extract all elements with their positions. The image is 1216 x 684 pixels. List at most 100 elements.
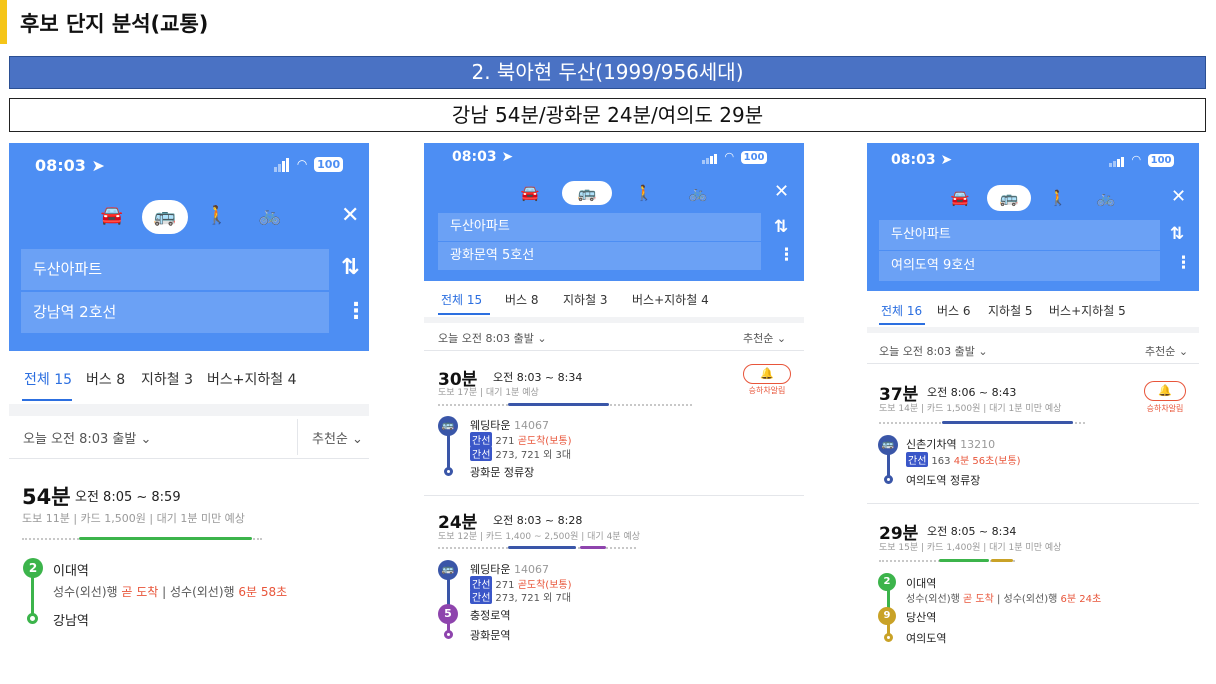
- divider-strip: [424, 317, 804, 323]
- status-icons: ◠ 100: [702, 150, 768, 164]
- transfer-station: 충정로역: [470, 609, 511, 622]
- bike-icon[interactable]: 🚲: [685, 181, 711, 205]
- transfer-station: 당산역: [906, 611, 937, 624]
- destination-field[interactable]: 광화문역 5호선: [438, 242, 761, 270]
- more-icon[interactable]: ⋮: [1175, 253, 1192, 273]
- walk-icon[interactable]: 🚶: [1045, 186, 1071, 210]
- bike-icon[interactable]: 🚲: [1093, 186, 1119, 210]
- boarding-stop: 웨딩타운 14067: [470, 563, 549, 576]
- origin-field[interactable]: 두산아파트: [879, 220, 1160, 250]
- alight-marker: [444, 467, 453, 476]
- tab-active-indicator: [22, 399, 72, 401]
- departure-time-select[interactable]: 오늘 오전 8:03 출발 ⌄: [23, 428, 151, 447]
- arrival-info: 성수(외선)행 곧 도착 | 성수(외선)행 6분 24초: [906, 594, 1102, 605]
- alight-marker: [884, 475, 893, 484]
- bus-icon[interactable]: 🚌: [142, 200, 188, 234]
- departure-time-select[interactable]: 오늘 오전 8:03 출발 ⌄: [879, 343, 988, 359]
- wifi-icon: ◠: [724, 150, 735, 163]
- line-9-badge: 9: [878, 607, 896, 625]
- alighting-station: 여의도역: [906, 632, 947, 645]
- swap-icon[interactable]: ⇅: [341, 255, 359, 280]
- bus-stop-icon: 🚌: [438, 416, 458, 436]
- arrival-info: 성수(외선)행 곧 도착 | 성수(외선)행 6분 58초: [53, 585, 288, 599]
- tab-all[interactable]: 전체 16: [881, 302, 922, 319]
- tab-subway[interactable]: 지하철 5: [988, 302, 1033, 319]
- wifi-icon: ◠: [296, 157, 308, 171]
- more-icon[interactable]: ⋮: [778, 245, 795, 265]
- sort-select[interactable]: 추천순 ⌄: [1145, 343, 1188, 359]
- walk-icon[interactable]: 🚶: [631, 181, 657, 205]
- alarm-bell-button[interactable]: 🔔: [743, 364, 791, 384]
- bus-arrival-a: 간선 163 4분 56초(보통): [906, 452, 1021, 467]
- more-icon[interactable]: ⋮: [345, 299, 367, 324]
- tab-bus[interactable]: 버스 8: [505, 291, 539, 308]
- route-time-range: 오전 8:05 ~ 8:59: [75, 490, 181, 505]
- tab-bus-subway[interactable]: 버스+지하철 5: [1049, 302, 1126, 319]
- divider: [424, 495, 804, 496]
- bus-arrival-b: 간선 273, 721 외 7대: [470, 589, 571, 604]
- tab-bus[interactable]: 버스 8: [86, 369, 125, 389]
- route-line-2: [31, 573, 34, 618]
- line-2-badge: 2: [23, 558, 43, 578]
- destination-field[interactable]: 여의도역 9호선: [879, 251, 1160, 281]
- route-meta: 도보 12분 | 카드 1,400 ~ 2,500원 | 대기 4분 예상: [438, 532, 641, 542]
- boarding-station: 이대역: [906, 577, 937, 590]
- route-meta: 도보 15분 | 카드 1,400원 | 대기 1분 미만 예상: [879, 543, 1062, 553]
- route-search-header: 08:03 ➤ ◠ 100 🚘 🚌 🚶 🚲 ✕ 두산아파트 광화문역 5호선 ⇅…: [424, 143, 804, 281]
- screenshot-gwanghwamun: 08:03 ➤ ◠ 100 🚘 🚌 🚶 🚲 ✕ 두산아파트 광화문역 5호선 ⇅…: [424, 143, 804, 659]
- origin-field[interactable]: 두산아파트: [438, 213, 761, 241]
- screenshot-gangnam: 08:03 ➤ ◠ 100 🚘 🚌 🚶 🚲 ✕ 두산아파트 강남역 2호선 ⇅ …: [9, 143, 369, 643]
- tab-bus-subway[interactable]: 버스+지하철 4: [207, 369, 297, 389]
- route-duration[interactable]: 54분: [22, 481, 71, 511]
- complex-name-band: 2. 북아현 두산(1999/956세대): [9, 56, 1206, 89]
- close-icon[interactable]: ✕: [1171, 186, 1186, 207]
- screenshot-yeouido: 08:03 ➤ ◠ 100 🚘 🚌 🚶 🚲 ✕ 두산아파트 여의도역 9호선 ⇅…: [867, 143, 1199, 663]
- tab-subway[interactable]: 지하철 3: [141, 369, 193, 389]
- signal-icon: [1109, 154, 1125, 167]
- battery-icon: 100: [740, 150, 768, 164]
- close-icon[interactable]: ✕: [341, 203, 359, 228]
- tab-bus[interactable]: 버스 6: [937, 302, 971, 319]
- tab-bus-subway[interactable]: 버스+지하철 4: [632, 291, 709, 308]
- route-progress-bus: [508, 546, 576, 549]
- tab-active-indicator: [879, 323, 925, 325]
- car-icon[interactable]: 🚘: [947, 186, 973, 210]
- walk-icon[interactable]: 🚶: [202, 201, 232, 231]
- swap-icon[interactable]: ⇅: [774, 217, 788, 237]
- divider-strip: [9, 404, 369, 416]
- route-search-header: 08:03 ➤ ◠ 100 🚘 🚌 🚶 🚲 ✕ 두산아파트 여의도역 9호선 ⇅…: [867, 143, 1199, 291]
- title-accent-bar: [0, 0, 7, 44]
- swap-icon[interactable]: ⇅: [1170, 224, 1184, 244]
- bus-icon[interactable]: 🚌: [987, 185, 1031, 211]
- tab-subway[interactable]: 지하철 3: [563, 291, 608, 308]
- divider: [9, 458, 369, 459]
- bus-icon[interactable]: 🚌: [562, 181, 612, 205]
- bus-stop-icon: 🚌: [878, 435, 898, 455]
- route-time-range: 오전 8:03 ~ 8:34: [493, 371, 583, 384]
- route-meta: 도보 11분 | 카드 1,500원 | 대기 1분 미만 예상: [22, 512, 245, 525]
- tab-all[interactable]: 전체 15: [24, 369, 72, 389]
- car-icon[interactable]: 🚘: [97, 201, 127, 231]
- route-search-header: 08:03 ➤ ◠ 100 🚘 🚌 🚶 🚲 ✕ 두산아파트 강남역 2호선 ⇅ …: [9, 143, 369, 351]
- alighting-stop: 여의도역 정류장: [906, 474, 981, 487]
- destination-field[interactable]: 강남역 2호선: [21, 292, 329, 333]
- slide-title-bar: 후보 단지 분석(교통): [0, 0, 1216, 44]
- departure-time-select[interactable]: 오늘 오전 8:03 출발 ⌄: [438, 330, 547, 346]
- wifi-icon: ◠: [1131, 153, 1142, 166]
- alarm-label: 승하차알림: [748, 386, 786, 395]
- route-meta: 도보 14분 | 카드 1,500원 | 대기 1분 미만 예상: [879, 404, 1062, 414]
- sort-select[interactable]: 추천순 ⌄: [743, 330, 786, 346]
- close-icon[interactable]: ✕: [774, 181, 789, 202]
- tab-all[interactable]: 전체 15: [441, 291, 482, 308]
- alighting-stop: 광화문 정류장: [470, 466, 535, 479]
- divider: [867, 363, 1199, 364]
- status-time: 08:03 ➤: [35, 156, 105, 175]
- alarm-bell-button[interactable]: 🔔: [1144, 381, 1186, 401]
- route-progress-bus: [942, 421, 1073, 424]
- slide-title: 후보 단지 분석(교통): [20, 12, 209, 36]
- car-icon[interactable]: 🚘: [517, 181, 543, 205]
- sort-select[interactable]: 추천순 ⌄: [312, 428, 363, 447]
- origin-field[interactable]: 두산아파트: [21, 249, 329, 290]
- boarding-stop: 웨딩타운 14067: [470, 419, 549, 432]
- bike-icon[interactable]: 🚲: [255, 201, 285, 231]
